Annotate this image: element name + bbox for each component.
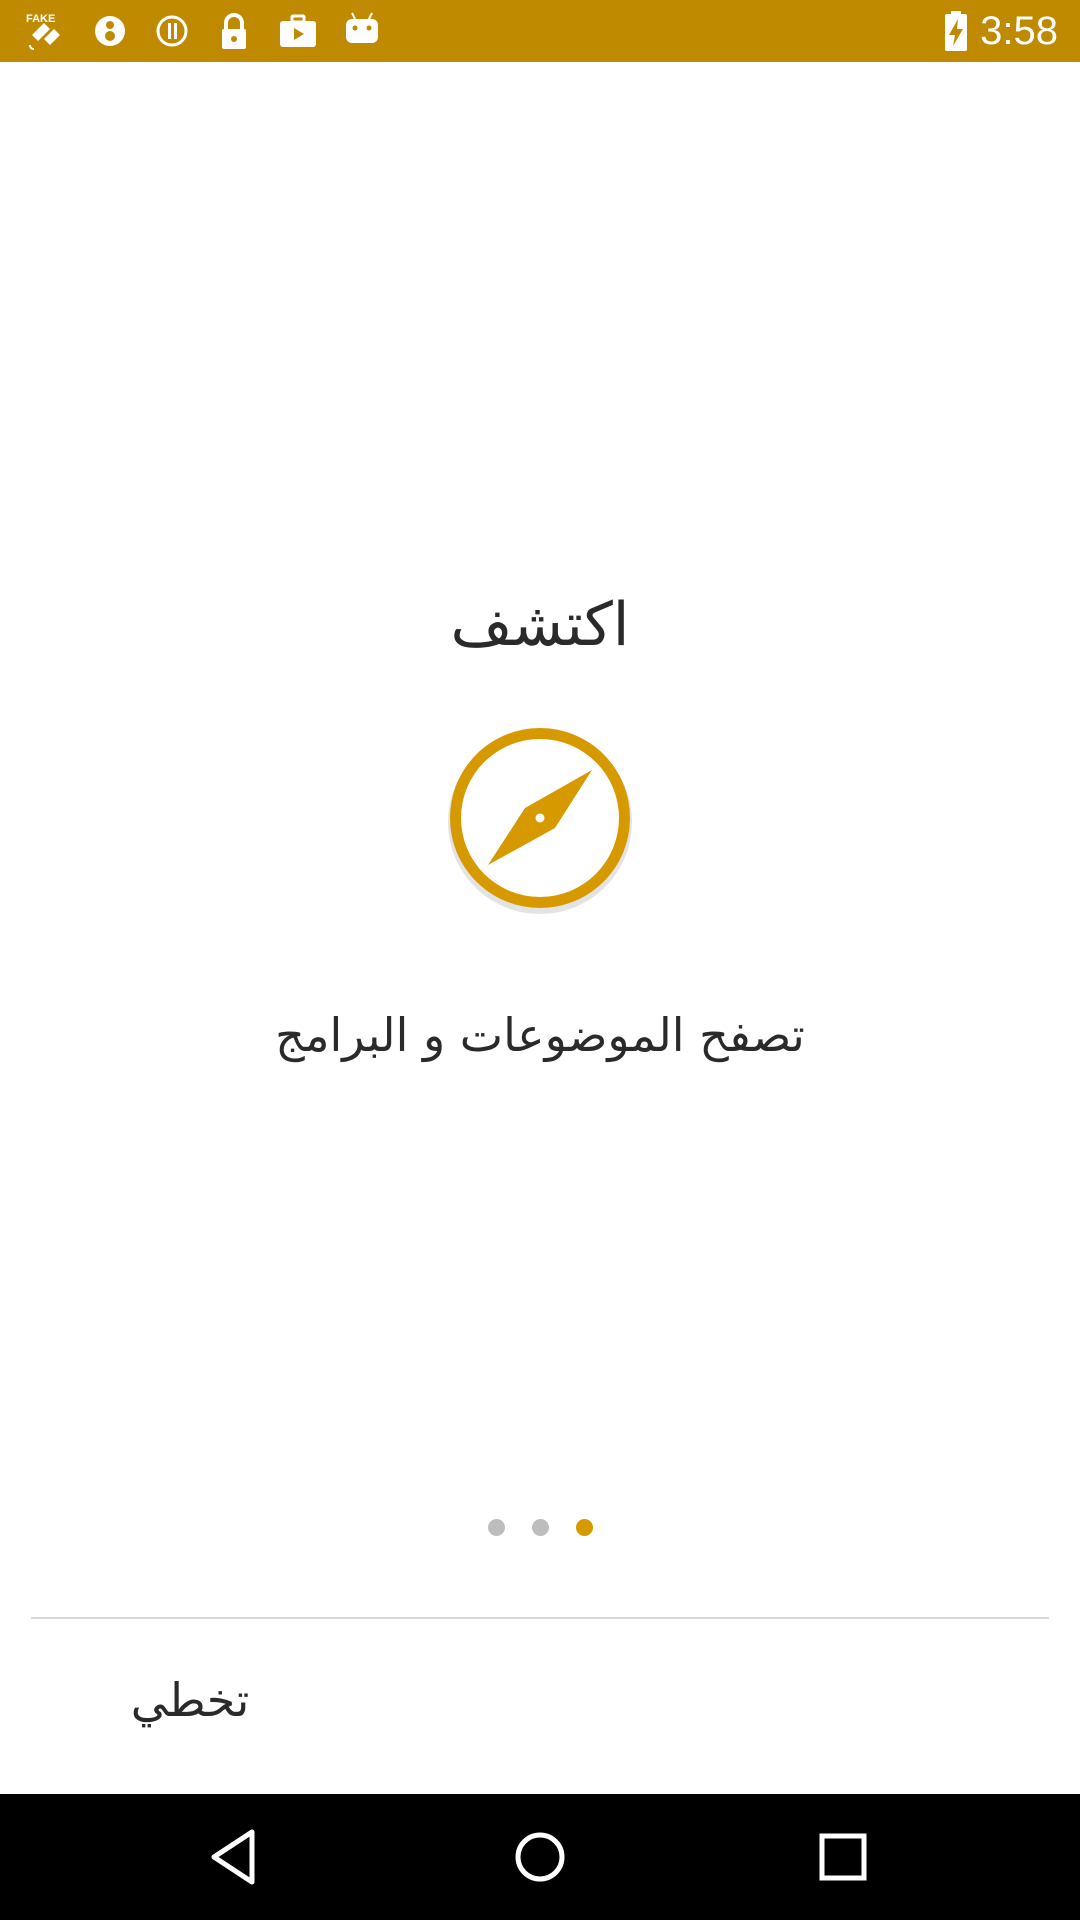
status-bar: FAKE 3:58	[0, 0, 1080, 62]
screen: FAKE 3:58 اكتشف تصفح الموضوعات و البرامج…	[0, 0, 1080, 1920]
navigation-bar	[0, 1794, 1080, 1920]
home-icon[interactable]	[505, 1822, 575, 1892]
recents-icon[interactable]	[808, 1822, 878, 1892]
compass-icon	[448, 728, 632, 914]
page-title: اكتشف	[450, 590, 630, 660]
page-dot-1[interactable]	[487, 1519, 505, 1536]
battery-charging-icon	[945, 11, 967, 51]
svg-text:FAKE: FAKE	[26, 13, 55, 25]
briefcase-icon	[280, 14, 316, 47]
back-icon[interactable]	[202, 1822, 272, 1892]
notification-icon	[95, 16, 125, 46]
lock-icon	[222, 13, 246, 49]
page-indicator	[0, 1519, 1080, 1539]
status-time: 3:58	[980, 9, 1058, 53]
skip-button[interactable]: تخطي	[100, 1660, 280, 1740]
page-subtitle: تصفح الموضوعات و البرامج	[275, 1008, 805, 1062]
fake-gps-icon: FAKE	[26, 13, 60, 50]
footer-divider	[31, 1617, 1049, 1619]
android-icon	[346, 12, 378, 43]
info-icon	[156, 15, 188, 47]
page-dot-3-active[interactable]	[575, 1519, 593, 1536]
page-dot-2[interactable]	[531, 1519, 549, 1536]
